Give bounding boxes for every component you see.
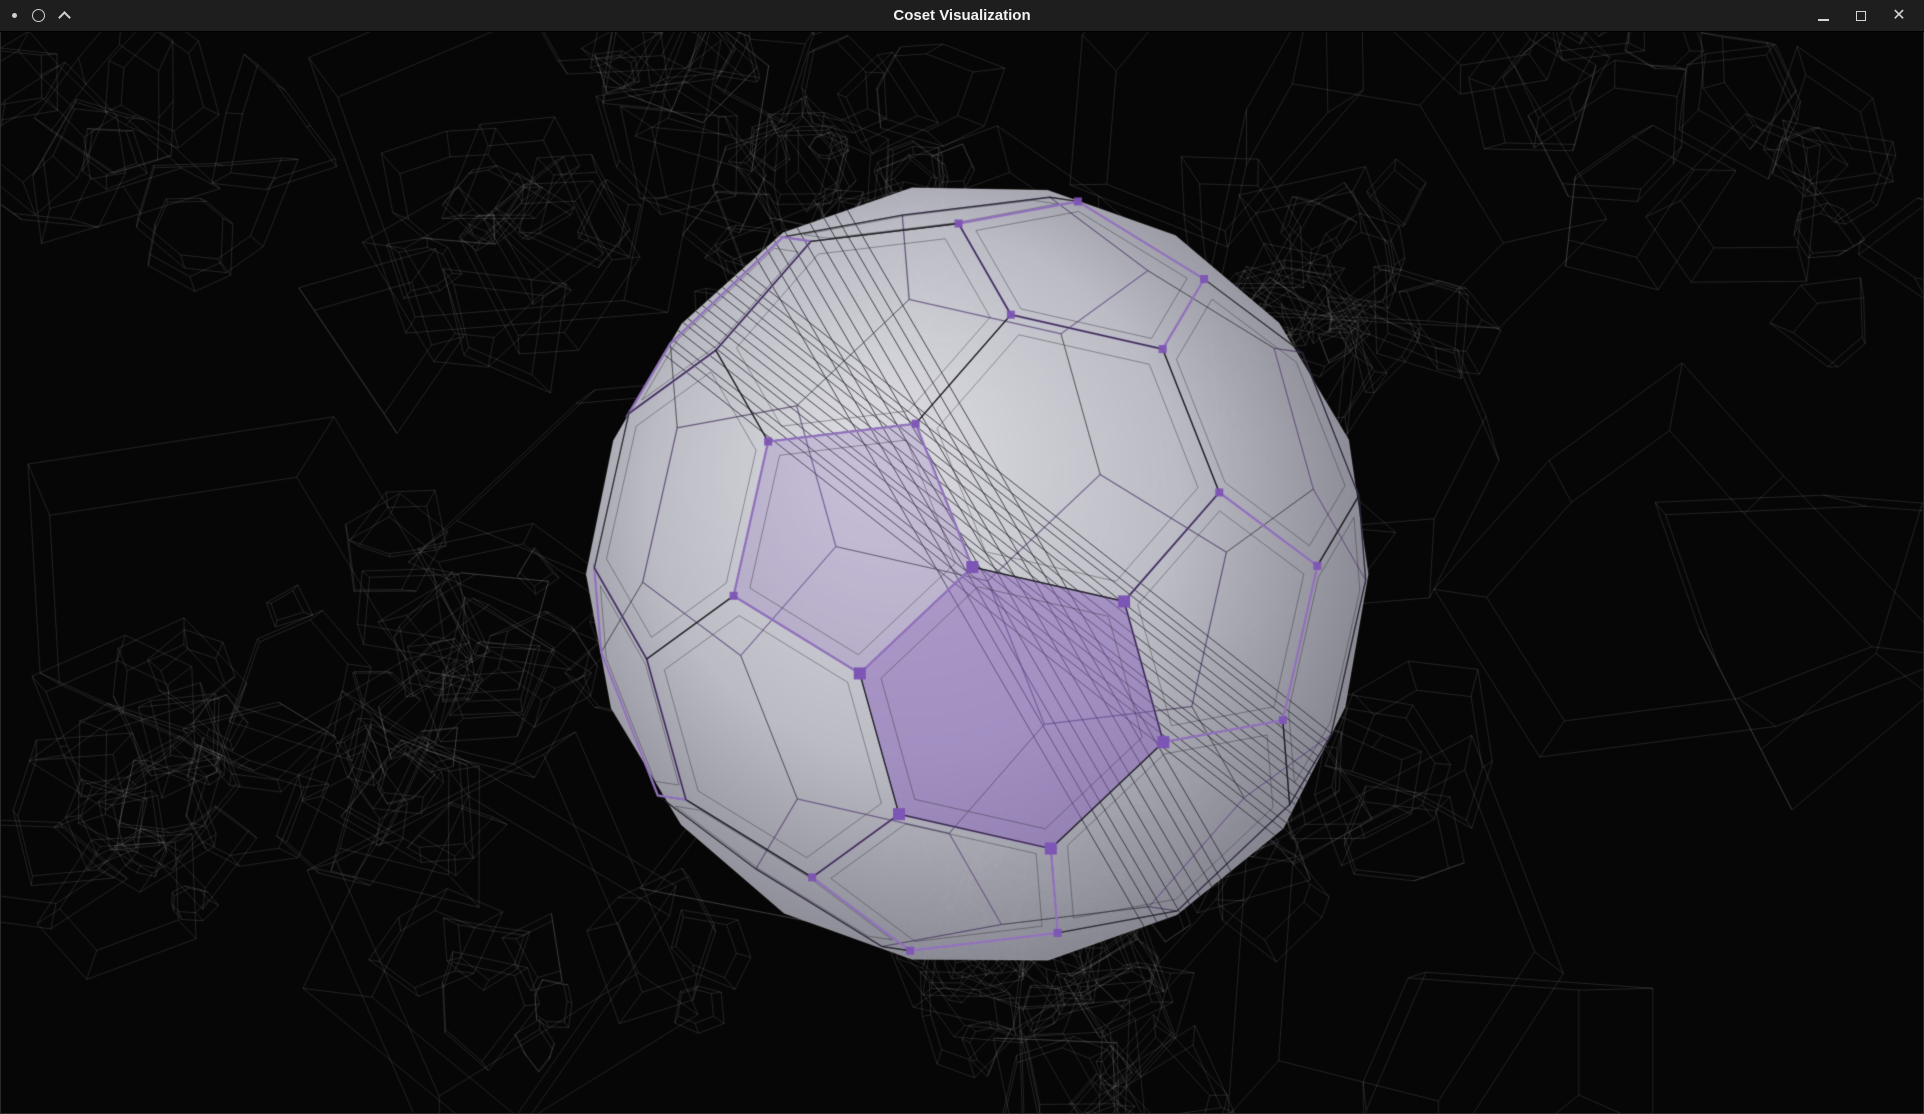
viewport-canvas[interactable] — [0, 32, 1924, 1113]
minimize-icon — [1818, 19, 1829, 21]
maximize-icon — [1856, 11, 1866, 21]
dot-icon — [12, 13, 17, 18]
chevron-up-icon[interactable] — [58, 11, 71, 24]
window-controls: ✕ — [1814, 7, 1924, 25]
app-window: Coset Visualization ✕ — [0, 0, 1924, 1114]
circle-icon[interactable] — [32, 9, 45, 22]
minimize-button[interactable] — [1814, 7, 1832, 25]
maximize-button[interactable] — [1852, 7, 1870, 25]
close-button[interactable]: ✕ — [1890, 7, 1908, 25]
titlebar-left-icons — [0, 9, 69, 22]
titlebar[interactable]: Coset Visualization ✕ — [0, 0, 1924, 32]
window-title: Coset Visualization — [0, 7, 1924, 24]
